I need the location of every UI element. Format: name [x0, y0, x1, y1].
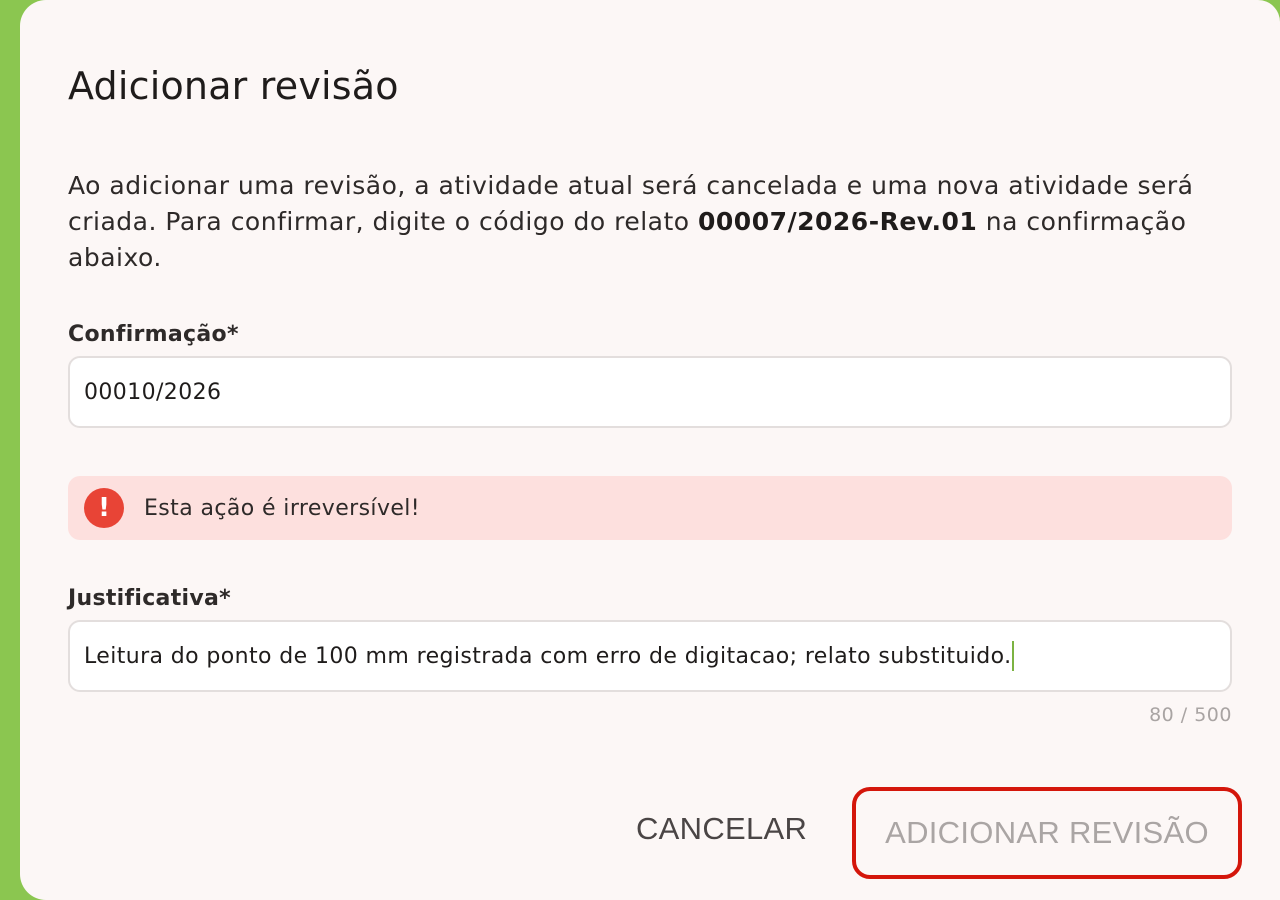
- add-revision-dialog: Adicionar revisão Ao adicionar uma revis…: [20, 0, 1280, 900]
- dialog-description: Ao adicionar uma revisão, a atividade at…: [68, 168, 1208, 276]
- justification-input-value: Leitura do ponto de 100 mm registrada co…: [84, 643, 1012, 669]
- confirmation-label: Confirmação*: [68, 322, 239, 347]
- confirmation-input[interactable]: 00010/2026: [68, 356, 1232, 428]
- alert-text: Esta ação é irreversível!: [144, 495, 421, 521]
- cancel-button[interactable]: CANCELAR: [630, 810, 813, 848]
- text-caret: [1012, 641, 1015, 671]
- report-code: 00007/2026-Rev.01: [698, 207, 978, 236]
- dialog-title: Adicionar revisão: [68, 64, 399, 108]
- add-revision-button[interactable]: ADICIONAR REVISÃO: [852, 787, 1242, 879]
- justification-label: Justificativa*: [68, 586, 231, 611]
- exclamation-icon: !: [84, 488, 124, 528]
- irreversible-alert: ! Esta ação é irreversível!: [68, 476, 1232, 540]
- character-counter: 80 / 500: [1149, 704, 1232, 726]
- confirmation-input-value: 00010/2026: [84, 379, 222, 405]
- justification-input[interactable]: Leitura do ponto de 100 mm registrada co…: [68, 620, 1232, 692]
